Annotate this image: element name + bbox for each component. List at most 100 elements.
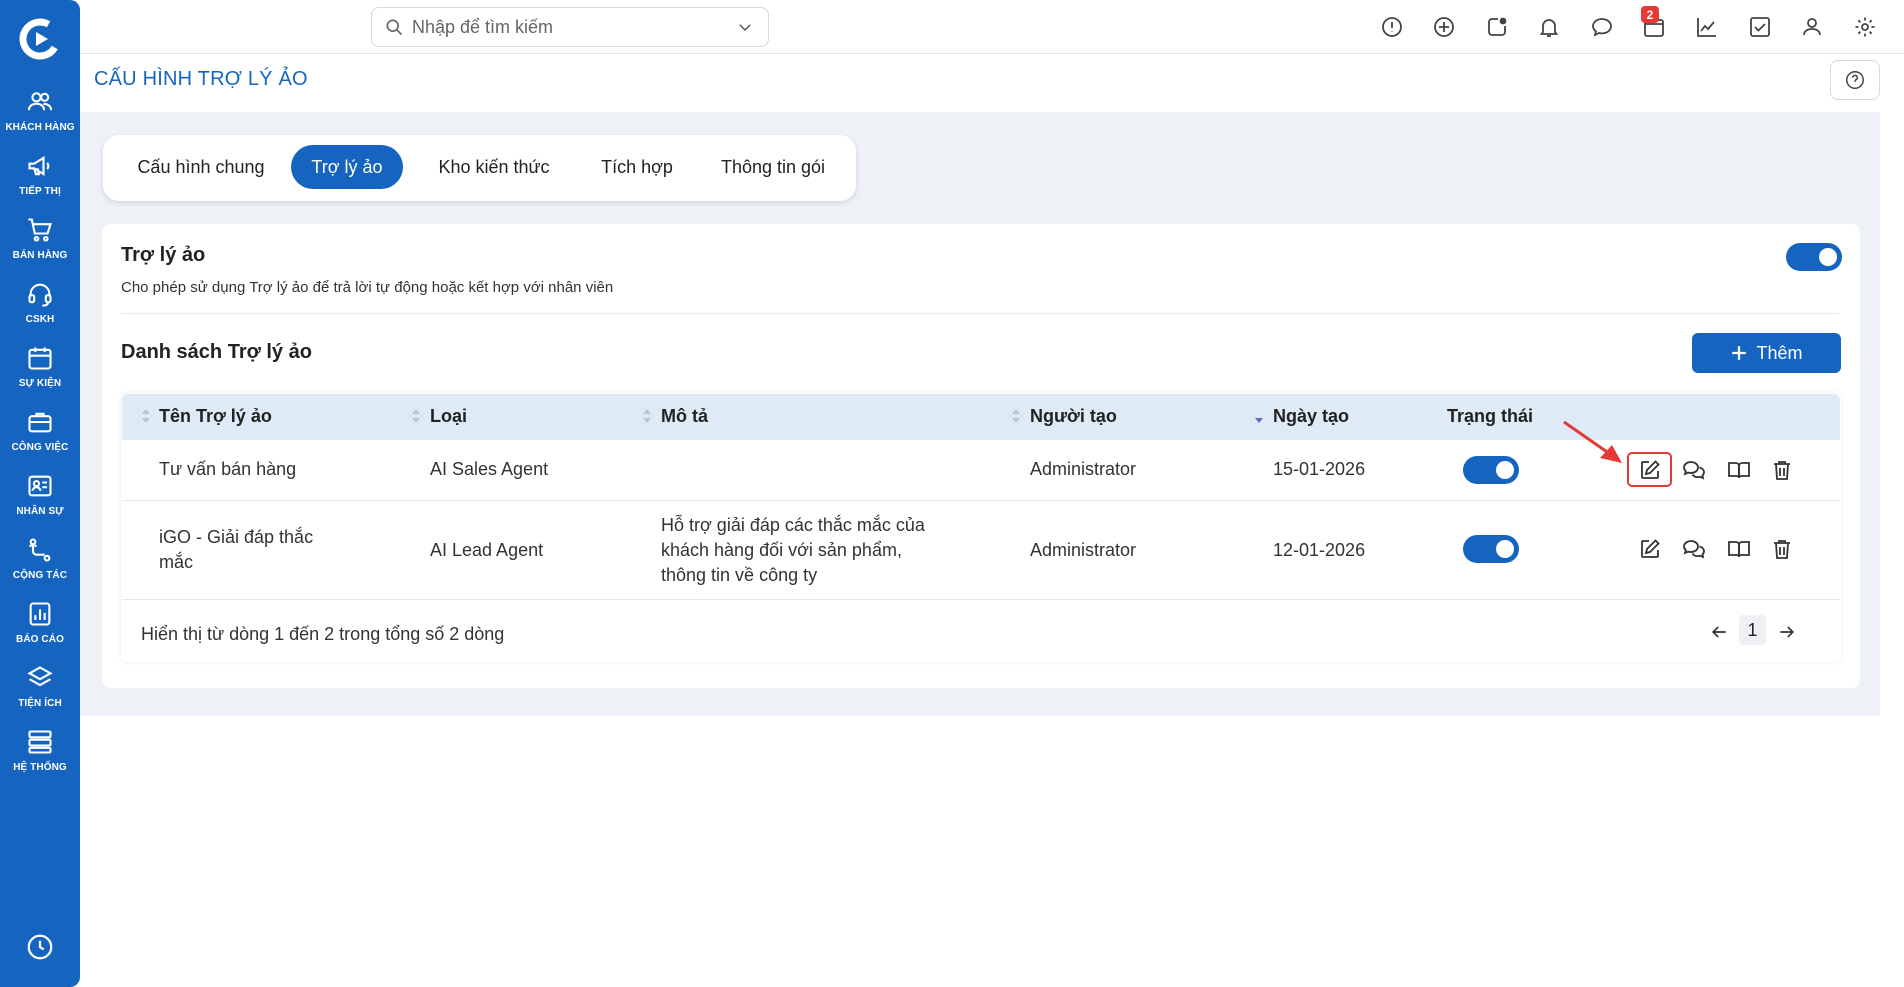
sidebar-item-ban-hang[interactable]: BÁN HÀNG (0, 216, 80, 274)
delete-button[interactable] (1767, 455, 1797, 485)
row-divider (122, 500, 1840, 501)
tab-tro-ly-ao[interactable]: Trợ lý ảo (291, 145, 403, 189)
sidebar-item-bao-cao[interactable]: BÁO CÁO (0, 600, 80, 658)
next-page-button[interactable] (1774, 617, 1800, 647)
settings-button[interactable] (1852, 14, 1878, 40)
sidebar: KHÁCH HÀNG TIẾP THỊ BÁN HÀNG CSKH SỰ KIỆ… (0, 0, 80, 987)
user-icon (1803, 18, 1821, 36)
column-header-created-date[interactable]: Ngày tạo (1273, 406, 1349, 427)
column-header-status: Trạng thái (1447, 406, 1534, 426)
cell-name-line: iGO - Giải đáp thắc (159, 527, 314, 547)
assistant-section-title: Trợ lý ảo (121, 244, 206, 266)
sort-icon[interactable] (642, 406, 652, 426)
chart-line-icon (1697, 18, 1716, 37)
history-icon[interactable] (25, 932, 55, 962)
row-status-toggle[interactable] (1463, 456, 1519, 484)
plus-icon (1732, 346, 1747, 360)
add-assistant-button[interactable]: Thêm (1692, 333, 1841, 373)
users-icon (27, 92, 53, 111)
knowledge-button[interactable] (1724, 455, 1754, 485)
layers-icon (27, 666, 53, 687)
sort-icon[interactable] (411, 406, 421, 426)
conversation-button[interactable] (1679, 455, 1709, 485)
sidebar-item-label: CSKH (25, 314, 55, 325)
cell-creator: Administrator (1030, 459, 1137, 479)
help-button[interactable] (1830, 60, 1880, 100)
search-icon (386, 19, 403, 36)
cell-created-date: 15-01-2026 (1273, 459, 1366, 479)
alert-button[interactable] (1379, 14, 1405, 40)
prev-page-button[interactable] (1706, 617, 1732, 647)
tab-tich-hop[interactable]: Tích hợp (587, 145, 687, 189)
column-header-type[interactable]: Loại (430, 406, 467, 427)
add-button[interactable] (1431, 14, 1457, 40)
pointer-arrow-icon (1563, 420, 1622, 463)
tab-cau-hinh-chung[interactable]: Cấu hình chung (121, 145, 281, 189)
sidebar-item-label: BÁO CÁO (16, 634, 64, 645)
sidebar-item-label: KHÁCH HÀNG (5, 122, 75, 133)
row-divider (122, 599, 1840, 600)
chat-button[interactable] (1589, 14, 1615, 40)
edit-icon (1641, 539, 1660, 558)
cell-description: Hỗ trợ giải đáp các thắc mắc của khách h… (661, 513, 925, 588)
sidebar-item-tiep-thi[interactable]: TIẾP THỊ (0, 152, 80, 210)
column-header-name[interactable]: Tên Trợ lý ảo (159, 406, 272, 427)
cell-type: AI Lead Agent (430, 540, 544, 560)
arrow-left-icon (1711, 626, 1726, 638)
app-status-button[interactable] (1484, 14, 1510, 40)
workflow-icon (28, 538, 51, 562)
delete-button[interactable] (1767, 534, 1797, 564)
chat-bubbles-icon (1683, 540, 1705, 559)
section-divider (121, 313, 1839, 314)
tab-kho-kien-thuc[interactable]: Kho kiến thức (419, 145, 569, 189)
sidebar-item-cong-tac[interactable]: CỘNG TÁC (0, 536, 80, 594)
column-header-description[interactable]: Mô tả (661, 406, 708, 427)
conversation-button[interactable] (1679, 534, 1709, 564)
column-header-creator[interactable]: Người tạo (1030, 406, 1117, 427)
edit-button[interactable] (1635, 455, 1665, 485)
sidebar-item-label: NHÂN SỰ (16, 506, 64, 517)
search-input[interactable] (412, 16, 736, 38)
chevron-down-icon[interactable] (736, 18, 754, 36)
app-logo[interactable] (19, 18, 61, 60)
task-button[interactable] (1747, 14, 1773, 40)
assistant-list-title: Danh sách Trợ lý ảo (121, 341, 312, 363)
sidebar-item-label: TIỆN ÍCH (18, 698, 62, 709)
sidebar-item-he-thong[interactable]: HỆ THỐNG (0, 728, 80, 786)
sort-icon[interactable] (1011, 406, 1021, 426)
chat-bubble-icon (1592, 18, 1612, 37)
sort-icon[interactable] (141, 406, 151, 426)
sidebar-item-label: HỆ THỐNG (13, 762, 67, 773)
assistant-enable-toggle[interactable] (1786, 243, 1842, 271)
trash-icon (1774, 461, 1790, 480)
search-box[interactable] (371, 7, 769, 47)
tab-thong-tin-goi[interactable]: Thông tin gói (707, 145, 839, 189)
cell-description-line: thông tin về công ty (661, 565, 818, 585)
cell-type: AI Sales Agent (430, 459, 549, 479)
add-button-label: Thêm (1756, 342, 1803, 363)
book-open-icon (1728, 541, 1750, 558)
sort-desc-icon[interactable] (1254, 406, 1264, 426)
sidebar-item-cong-viec[interactable]: CÔNG VIỆC (0, 408, 80, 466)
sidebar-item-su-kien[interactable]: SỰ KIỆN (0, 344, 80, 402)
chat-bubbles-icon (1683, 461, 1705, 480)
sidebar-item-cskh[interactable]: CSKH (0, 280, 80, 338)
briefcase-icon (28, 412, 52, 433)
knowledge-button[interactable] (1724, 534, 1754, 564)
cell-name: iGO - Giải đáp thắc mắc (159, 525, 313, 575)
edit-button[interactable] (1635, 534, 1665, 564)
sidebar-item-label: CỘNG TÁC (12, 570, 68, 581)
profile-button[interactable] (1799, 14, 1825, 40)
sidebar-item-tien-ich[interactable]: TIỆN ÍCH (0, 664, 80, 722)
row-status-toggle[interactable] (1463, 535, 1519, 563)
checkbox-icon (1750, 17, 1770, 37)
sidebar-item-nhan-su[interactable]: NHÂN SỰ (0, 472, 80, 530)
edit-icon (1641, 460, 1660, 479)
sidebar-item-khach-hang[interactable]: KHÁCH HÀNG (0, 88, 80, 146)
top-bar: 2 (80, 0, 1904, 54)
page-number-button[interactable]: 1 (1739, 615, 1766, 645)
plus-circle-icon (1434, 17, 1454, 37)
id-card-icon (28, 475, 52, 497)
notification-button[interactable] (1536, 14, 1562, 40)
analytics-button[interactable] (1694, 14, 1720, 40)
